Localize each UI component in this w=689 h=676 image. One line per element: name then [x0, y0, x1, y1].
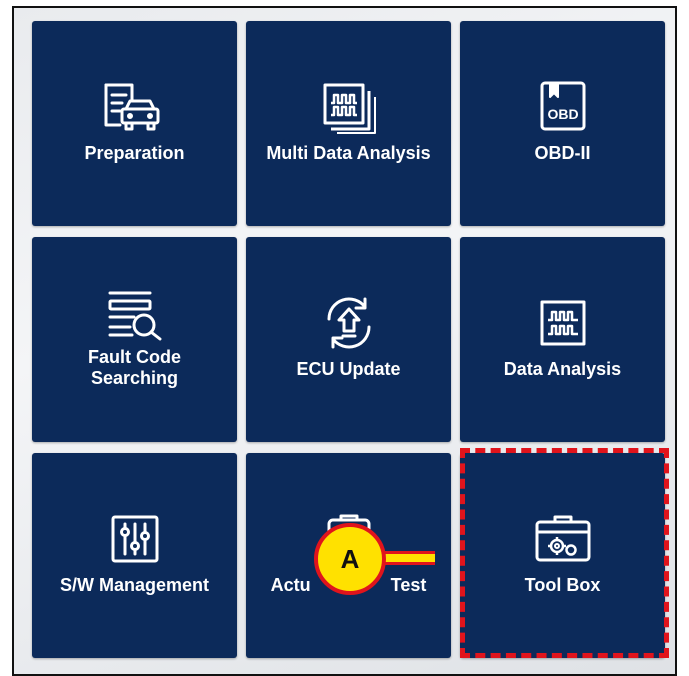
- tile-multi-data-analysis[interactable]: Multi Data Analysis: [246, 21, 451, 226]
- toolbox-gears-icon: [528, 511, 598, 567]
- tile-label: S/W Management: [59, 575, 210, 595]
- tile-sw-management[interactable]: S/W Management: [32, 453, 237, 658]
- tile-label: Data Analysis: [503, 359, 622, 379]
- waveform-icon: [528, 295, 598, 351]
- callout-arrow: [385, 551, 435, 565]
- tile-label: Tool Box: [524, 575, 601, 595]
- callout-badge: A: [314, 523, 386, 595]
- tile-preparation[interactable]: Preparation: [32, 21, 237, 226]
- list-search-icon: [100, 287, 170, 343]
- stacked-waveform-icon: [314, 79, 384, 135]
- tile-ecu-update[interactable]: ECU Update: [246, 237, 451, 442]
- tile-obd2[interactable]: OBD OBD-II: [460, 21, 665, 226]
- tile-label: OBD-II: [534, 143, 591, 163]
- sliders-icon: [100, 511, 170, 567]
- document-car-icon: [100, 79, 170, 135]
- tile-tool-box[interactable]: Tool Box: [460, 453, 665, 658]
- tile-label: Multi Data Analysis: [266, 143, 431, 163]
- tile-label: ECU Update: [296, 359, 401, 379]
- tile-label: Preparation: [84, 143, 185, 163]
- tile-fault-code-searching[interactable]: Fault Code Searching: [32, 237, 237, 442]
- svg-text:OBD: OBD: [547, 106, 578, 122]
- tile-label: Fault Code Searching: [88, 347, 181, 388]
- update-cycle-icon: [314, 295, 384, 351]
- obd-book-icon: OBD: [528, 79, 598, 135]
- tile-data-analysis[interactable]: Data Analysis: [460, 237, 665, 442]
